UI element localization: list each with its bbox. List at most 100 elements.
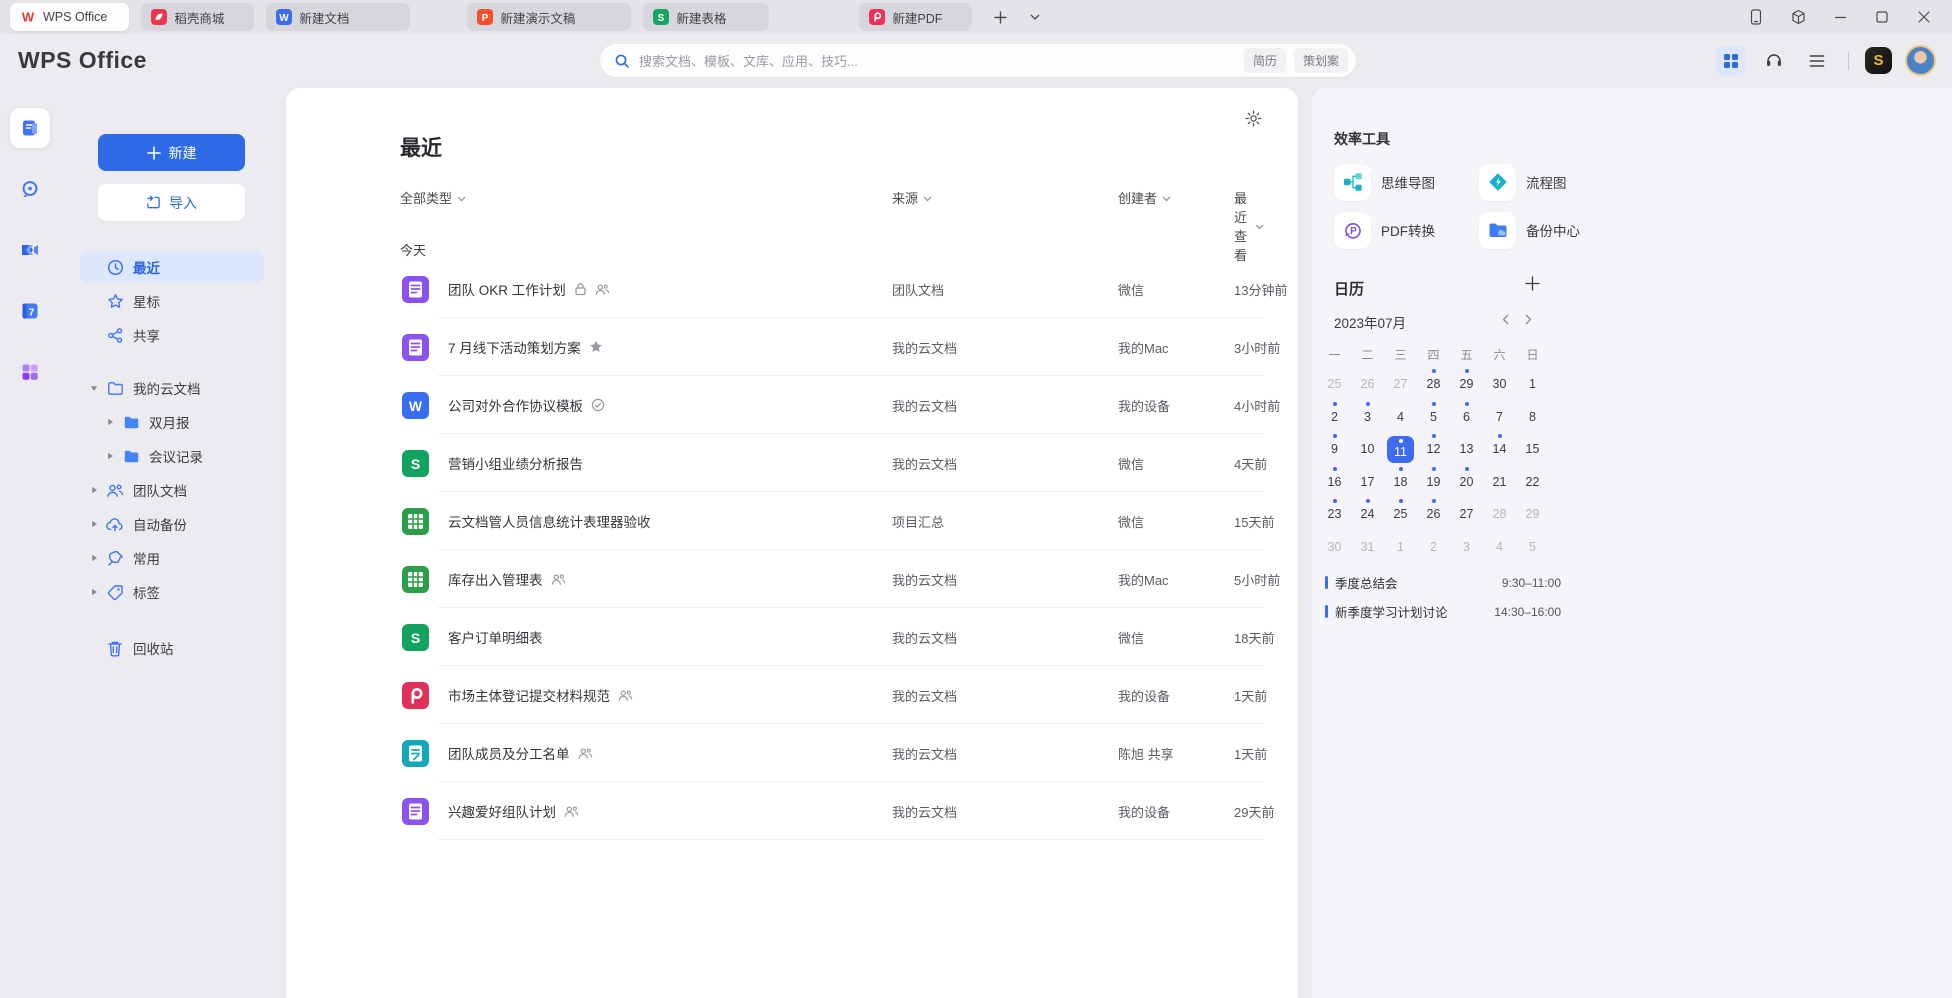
sidebar-item-会议记录[interactable]: 会议记录 — [80, 440, 264, 472]
calendar-day[interactable]: 4 — [1483, 531, 1516, 564]
headset-icon[interactable] — [1759, 46, 1789, 76]
rail-item-documents[interactable] — [10, 108, 50, 148]
table-row[interactable]: 市场主体登记提交材料规范我的云文档我的设备1天前– — [286, 666, 1298, 724]
tool-备份中心[interactable]: 备份中心 — [1479, 206, 1624, 254]
calendar-day[interactable]: 29 — [1516, 498, 1549, 531]
close-icon[interactable] — [1910, 4, 1938, 30]
mobile-icon[interactable] — [1742, 4, 1770, 30]
caret-right-icon[interactable] — [86, 554, 102, 562]
calendar-day[interactable]: 6 — [1450, 401, 1483, 434]
calendar-day[interactable]: 30 — [1483, 368, 1516, 401]
calendar-day[interactable]: 22 — [1516, 466, 1549, 499]
table-row[interactable]: S营销小组业绩分析报告我的云文档微信4天前– — [286, 434, 1298, 492]
calendar-day[interactable]: 30 — [1318, 531, 1351, 564]
vip-badge[interactable]: S — [1865, 47, 1892, 74]
sidebar-item-回收站[interactable]: 回收站 — [80, 632, 264, 664]
global-search[interactable]: 搜索文档、模板、文库、应用、技巧... 简历 策划案 — [600, 44, 1356, 77]
sidebar-item-共享[interactable]: 共享 — [80, 319, 264, 351]
calendar-day[interactable]: 1 — [1516, 368, 1549, 401]
filter-最近查看[interactable]: 最近查看 — [1234, 188, 1264, 264]
sidebar-item-星标[interactable]: 星标 — [80, 285, 264, 317]
tool-PDF转换[interactable]: PPDF转换 — [1334, 206, 1479, 254]
table-row[interactable]: S客户订单明细表我的云文档微信18天前– — [286, 608, 1298, 666]
table-row[interactable]: 7 月线下活动策划方案我的云文档我的Mac3小时前514 KB — [286, 318, 1298, 376]
filter-来源[interactable]: 来源 — [892, 188, 932, 207]
rail-item-messages[interactable] — [10, 169, 50, 209]
caret-right-icon[interactable] — [86, 520, 102, 528]
import-button[interactable]: 导入 — [98, 184, 245, 221]
tool-思维导图[interactable]: 思维导图 — [1334, 158, 1479, 206]
table-row[interactable]: 库存出入管理表我的云文档我的Mac5小时前– — [286, 550, 1298, 608]
filter-创建者[interactable]: 创建者 — [1118, 188, 1171, 207]
calendar-day[interactable]: 27 — [1384, 368, 1417, 401]
calendar-event[interactable]: 季度总结会9:30–11:00 — [1325, 568, 1561, 597]
sidebar-item-双月报[interactable]: 双月报 — [80, 406, 264, 438]
table-row[interactable]: 云文档管人员信息统计表理器验收项目汇总微信15天前– — [286, 492, 1298, 550]
calendar-day[interactable]: 16 — [1318, 466, 1351, 499]
settings-gear-icon[interactable] — [1245, 110, 1262, 127]
avatar[interactable] — [1905, 45, 1936, 76]
sidebar-item-自动备份[interactable]: 自动备份 — [80, 508, 264, 540]
calendar-prev-icon[interactable] — [1502, 314, 1509, 325]
tab-4[interactable]: P新建演示文稿 — [467, 3, 631, 31]
search-tag-plan[interactable]: 策划案 — [1294, 48, 1348, 73]
calendar-day[interactable]: 3 — [1351, 401, 1384, 434]
calendar-day[interactable]: 18 — [1384, 466, 1417, 499]
calendar-add-icon[interactable] — [1525, 276, 1540, 291]
calendar-day[interactable]: 21 — [1483, 466, 1516, 499]
menu-icon[interactable] — [1802, 46, 1832, 76]
tab-3[interactable]: W新建文档 — [266, 3, 410, 31]
calendar-day[interactable]: 26 — [1351, 368, 1384, 401]
calendar-day[interactable]: 2 — [1318, 401, 1351, 434]
sidebar-item-团队文档[interactable]: 团队文档 — [80, 474, 264, 506]
rail-item-apps[interactable] — [10, 352, 50, 392]
calendar-day[interactable]: 20 — [1450, 466, 1483, 499]
calendar-day[interactable]: 13 — [1450, 433, 1483, 466]
caret-right-icon[interactable] — [102, 452, 118, 460]
caret-down-icon[interactable] — [86, 385, 102, 392]
calendar-day[interactable]: 25 — [1384, 498, 1417, 531]
tab-6[interactable]: 新建PDF — [859, 3, 972, 31]
calendar-day[interactable]: 7 — [1483, 401, 1516, 434]
caret-right-icon[interactable] — [86, 486, 102, 494]
calendar-day[interactable]: 27 — [1450, 498, 1483, 531]
calendar-day[interactable]: 2 — [1417, 531, 1450, 564]
table-row[interactable]: 团队成员及分工名单我的云文档陈旭 共享1天前– — [286, 724, 1298, 782]
calendar-day[interactable]: 28 — [1417, 368, 1450, 401]
table-row[interactable]: 团队 OKR 工作计划团队文档微信13分钟前– — [286, 260, 1298, 318]
calendar-day[interactable]: 12 — [1417, 433, 1450, 466]
calendar-day[interactable]: 23 — [1318, 498, 1351, 531]
filter-全部类型[interactable]: 全部类型 — [400, 188, 466, 207]
sidebar-item-我的云文档[interactable]: 我的云文档 — [80, 372, 264, 404]
add-tab-button[interactable] — [986, 4, 1014, 30]
calendar-day-selected[interactable]: 11 — [1384, 433, 1417, 466]
apps-grid-icon[interactable] — [1716, 46, 1746, 76]
calendar-day[interactable]: 14 — [1483, 433, 1516, 466]
tab-list-chevron-icon[interactable] — [1030, 14, 1040, 20]
caret-right-icon[interactable] — [102, 418, 118, 426]
rail-item-calendar[interactable]: 7 — [10, 291, 50, 331]
calendar-next-icon[interactable] — [1525, 314, 1532, 325]
tool-流程图[interactable]: 流程图 — [1479, 158, 1624, 206]
calendar-day[interactable]: 28 — [1483, 498, 1516, 531]
calendar-day[interactable]: 5 — [1417, 401, 1450, 434]
tab-5[interactable]: S新建表格 — [643, 3, 769, 31]
sidebar-item-最近[interactable]: 最近 — [80, 251, 264, 283]
calendar-day[interactable]: 3 — [1450, 531, 1483, 564]
calendar-day[interactable]: 25 — [1318, 368, 1351, 401]
calendar-day[interactable]: 10 — [1351, 433, 1384, 466]
tab-1[interactable]: WWPS Office — [10, 3, 129, 31]
calendar-day[interactable]: 29 — [1450, 368, 1483, 401]
new-document-button[interactable]: 新建 — [98, 134, 245, 171]
calendar-day[interactable]: 1 — [1384, 531, 1417, 564]
calendar-day[interactable]: 9 — [1318, 433, 1351, 466]
calendar-event[interactable]: 新季度学习计划讨论14:30–16:00 — [1325, 597, 1561, 626]
table-row[interactable]: W公司对外合作协议模板我的云文档我的设备4小时前– — [286, 376, 1298, 434]
minimize-icon[interactable] — [1826, 4, 1854, 30]
rail-item-meetings[interactable] — [10, 230, 50, 270]
sidebar-item-标签[interactable]: 标签 — [80, 576, 264, 608]
calendar-day[interactable]: 24 — [1351, 498, 1384, 531]
caret-right-icon[interactable] — [86, 588, 102, 596]
calendar-day[interactable]: 31 — [1351, 531, 1384, 564]
calendar-day[interactable]: 17 — [1351, 466, 1384, 499]
